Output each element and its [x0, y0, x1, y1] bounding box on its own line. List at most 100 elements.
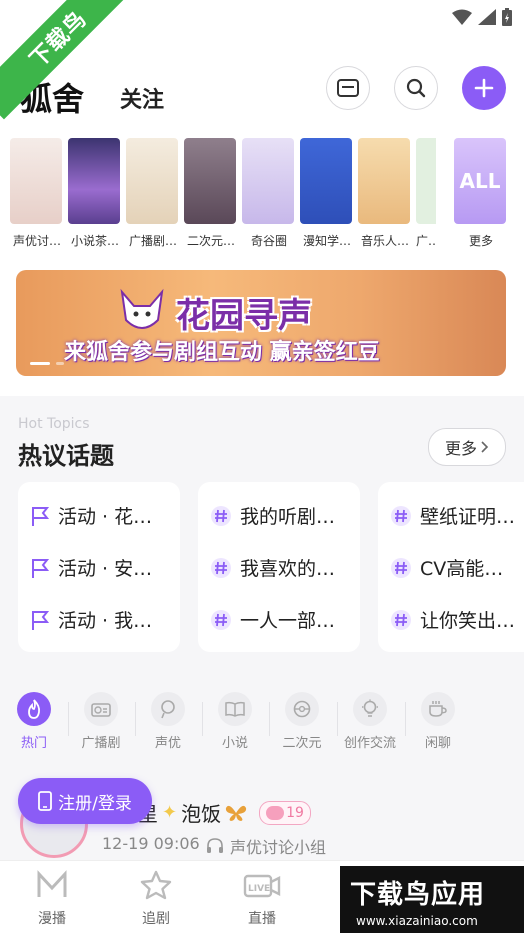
topic-item[interactable]: 活动 · 我… [30, 606, 152, 633]
phone-icon [38, 791, 53, 811]
promo-banner[interactable]: 花园寻声 来狐舍参与剧组互动 赢亲签红豆 [16, 270, 506, 376]
level-badge: 19 [259, 800, 311, 825]
level-face-icon [266, 805, 285, 820]
category-thumb [184, 138, 236, 224]
category-label: 奇谷圈 [250, 234, 287, 248]
radio-icon [84, 692, 118, 726]
post-author[interactable]: 星 ✦ 泡饭 19 [138, 798, 311, 827]
category-thumb [126, 138, 178, 224]
battery-icon [502, 8, 512, 26]
flag-icon [32, 506, 50, 526]
banner-dot [56, 362, 64, 365]
tab-hot[interactable]: 热门 [4, 692, 64, 751]
register-login-button[interactable]: 注册/登录 [18, 778, 152, 824]
tab-divider [202, 702, 203, 736]
watermark-ad: 下载鸟应用 www.xiazainiao.com [340, 866, 524, 933]
topic-label: 让你笑出… [420, 610, 516, 632]
topic-label: CV高能… [420, 558, 504, 580]
post-group-link[interactable]: 声优讨论小组 [206, 834, 326, 858]
tab-divider [405, 702, 406, 736]
nav-manbo[interactable]: 漫播 [22, 870, 82, 928]
tab-divider [337, 702, 338, 736]
create-post-button[interactable] [462, 66, 506, 110]
category-label: 音乐人… [360, 234, 409, 248]
hashtag-icon [211, 609, 231, 630]
category-thumb [68, 138, 120, 224]
tab-anime[interactable]: 二次元 [272, 692, 332, 751]
category-item[interactable]: 声优讨… [10, 138, 62, 249]
topic-label: 壁纸证明… [420, 506, 516, 528]
login-label: 注册/登录 [58, 793, 132, 814]
topic-item[interactable]: 让你笑出… [390, 606, 515, 633]
topic-item[interactable]: 我的听剧… [210, 502, 335, 529]
nav-label: 漫播 [38, 911, 66, 927]
topic-column: 壁纸证明… CV高能… 让你笑出… [378, 482, 524, 652]
book-icon [218, 692, 252, 726]
pokeball-icon [285, 692, 319, 726]
topic-label: 活动 · 我… [58, 610, 153, 632]
category-thumb [10, 138, 62, 224]
category-item[interactable]: 小说茶… [68, 138, 120, 249]
category-item[interactable]: 奇谷圈 [242, 138, 294, 249]
search-button[interactable] [394, 66, 438, 110]
topic-item[interactable]: 一人一部… [210, 606, 335, 633]
category-item[interactable]: 音乐人… [358, 138, 410, 249]
category-thumb [416, 138, 436, 224]
category-item[interactable]: 漫知学… [300, 138, 352, 249]
category-thumb: ALL [454, 138, 506, 224]
hashtag-icon [391, 505, 411, 526]
watermark-ad-url: www.xiazainiao.com [356, 914, 478, 928]
nav-label: 追剧 [142, 911, 170, 927]
banner-title: 花园寻声 [176, 296, 312, 336]
hashtag-icon [211, 505, 231, 526]
topic-item[interactable]: 我喜欢的… [210, 554, 335, 581]
tab-voice-actor[interactable]: 声优 [138, 692, 198, 751]
tab-label: 闲聊 [424, 736, 451, 751]
category-label: 漫知学… [302, 234, 351, 248]
message-button[interactable] [326, 66, 370, 110]
category-more[interactable]: ALL 更多 [454, 138, 506, 249]
hashtag-icon [211, 557, 231, 578]
nav-follow-drama[interactable]: 追剧 [126, 870, 186, 928]
more-topics-button[interactable]: 更多 [428, 428, 506, 466]
tab-follow[interactable]: 关注 [120, 82, 164, 114]
wifi-icon [452, 9, 472, 25]
category-label: 声优讨… [12, 234, 61, 248]
category-thumb [358, 138, 410, 224]
category-item[interactable]: 广播剧… [126, 138, 178, 249]
m-logo-icon [37, 870, 67, 897]
topic-column: 我的听剧… 我喜欢的… 一人一部… [198, 482, 360, 652]
tab-creation[interactable]: 创作交流 [340, 692, 400, 751]
tab-label: 小说 [221, 736, 248, 751]
category-thumb [242, 138, 294, 224]
post-timestamp: 12-19 09:06 [102, 834, 200, 853]
sparkle-icon: ✦ [162, 802, 178, 823]
section-subtitle: Hot Topics [18, 416, 90, 432]
tab-divider [269, 702, 270, 736]
topic-label: 我的听剧… [240, 506, 336, 528]
status-icons [452, 8, 512, 26]
tab-chat[interactable]: 闲聊 [408, 692, 468, 751]
topic-item[interactable]: 活动 · 花… [30, 502, 152, 529]
all-label: ALL [459, 169, 501, 193]
topic-item[interactable]: CV高能… [390, 554, 503, 581]
topic-item[interactable]: 壁纸证明… [390, 502, 515, 529]
category-label: 广播剧… [128, 234, 177, 248]
topic-item[interactable]: 活动 · 安… [30, 554, 152, 581]
tab-radio-drama[interactable]: 广播剧 [71, 692, 131, 751]
tab-label: 广播剧 [81, 736, 121, 751]
flag-icon [32, 558, 50, 578]
category-label: 广… [416, 234, 436, 248]
topic-column: 活动 · 花… 活动 · 安… 活动 · 我… [18, 482, 180, 652]
category-label: 小说茶… [70, 234, 119, 248]
category-item[interactable]: 二次元… [184, 138, 236, 249]
search-icon [406, 78, 426, 98]
tab-novel[interactable]: 小说 [205, 692, 265, 751]
lightbulb-icon [353, 692, 387, 726]
headphones-icon [207, 838, 223, 853]
hashtag-icon [391, 609, 411, 630]
nav-live[interactable]: LIVE 直播 [232, 870, 292, 928]
category-thumb [300, 138, 352, 224]
tab-label: 二次元 [282, 736, 322, 751]
category-item[interactable]: 广… [416, 138, 436, 249]
